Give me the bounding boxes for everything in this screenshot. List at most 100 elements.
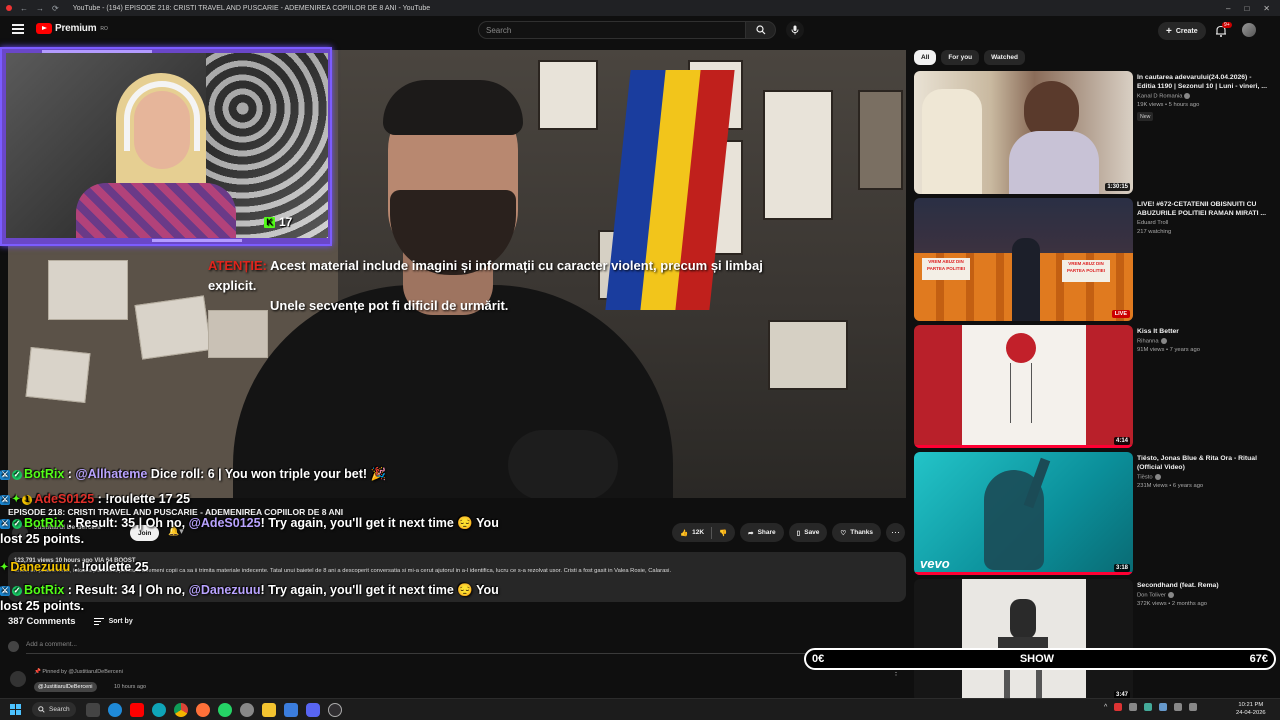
more-actions-icon[interactable]: ⋯ [886, 523, 906, 542]
rec-meta: 231M views • 6 years ago [1137, 483, 1204, 489]
recommendation-item[interactable]: 3:47 Secondhand (feat. Rema) Don Toliver… [914, 579, 1274, 703]
goal-label: SHOW [1019, 653, 1055, 665]
rec-meta: 217 watching [1137, 229, 1172, 235]
search-button[interactable] [746, 21, 776, 39]
edge-browser-icon[interactable] [108, 703, 122, 717]
rec-title[interactable]: Kiss It Better [1137, 327, 1269, 336]
save-button[interactable]: ▯ Save [788, 523, 828, 542]
windows-start-icon[interactable] [10, 704, 21, 715]
new-badge: New [1137, 112, 1154, 121]
task-view-icon[interactable] [86, 703, 100, 717]
minimize-icon[interactable]: – [1226, 4, 1230, 13]
obs-icon[interactable] [328, 703, 342, 717]
headphones-graphic [124, 81, 200, 151]
back-arrow-icon[interactable]: ← [20, 4, 28, 13]
chat-message: ⚔ ✓ BotRix : Result: 34 | Oh no, @Danezuuu… [0, 582, 505, 614]
live-badge: LIVE [1111, 310, 1130, 318]
photos-icon[interactable] [284, 703, 298, 717]
rec-title[interactable]: Secondhand (feat. Rema) [1137, 581, 1269, 590]
windows-taskbar: Search ^ 10:21 PM 24-04-2026 [0, 698, 1280, 720]
pinned-author[interactable]: @JustitiarulDeBerceni [34, 682, 97, 692]
rec-title[interactable]: Tiësto, Jonas Blue & Rita Ora - Ritual (… [1137, 454, 1269, 472]
taskbar-search[interactable]: Search [32, 702, 76, 717]
goal-target: 67€ [1249, 653, 1268, 665]
sort-by-button[interactable]: Sort by [93, 618, 133, 625]
discord-icon[interactable] [306, 703, 320, 717]
chat-text: !roulette 17 25 [105, 492, 191, 506]
forward-arrow-icon[interactable]: → [36, 4, 44, 13]
streamer-webcam: K 17 [0, 47, 332, 246]
chat-nick: BotRix [24, 583, 65, 597]
video-thumbnail[interactable]: 3:47 [914, 579, 1133, 702]
firefox-icon[interactable] [196, 703, 210, 717]
rec-channel[interactable]: Kanal D Romania [1137, 93, 1191, 100]
taskbar-clock[interactable]: 10:21 PM 24-04-2026 [1236, 701, 1266, 717]
pinned-label: 📌 Pinned by @JustitiarulDeBerceni [34, 669, 123, 675]
video-thumbnail[interactable]: 4:14 [914, 325, 1133, 448]
like-count[interactable]: 12K [692, 529, 704, 536]
recommendation-item[interactable]: 4:14 Kiss It Better Rihanna 91M views • … [914, 325, 1274, 449]
thanks-label: Thanks [850, 529, 874, 536]
chip-watched[interactable]: Watched [984, 50, 1026, 65]
chip-for-you[interactable]: For you [941, 50, 980, 65]
rec-channel[interactable]: Don Toliver [1137, 592, 1174, 599]
edge-icon[interactable] [152, 703, 166, 717]
thanks-button[interactable]: ♡ Thanks [832, 523, 882, 542]
system-tray: ^ [1104, 703, 1198, 711]
chrome-icon[interactable] [174, 703, 188, 717]
video-thumbnail[interactable]: vevo 3:18 [914, 452, 1133, 575]
video-thumbnail[interactable]: 1:30:15 [914, 71, 1133, 194]
like-icon[interactable]: 👍 [680, 529, 688, 537]
taskbar-apps [86, 703, 342, 717]
tray-app-icon[interactable] [1144, 703, 1153, 711]
recommendation-item[interactable]: 1:30:15 In cautarea adevarului(24.04.202… [914, 71, 1274, 195]
search-input[interactable]: Search [478, 21, 746, 39]
rec-channel[interactable]: Rihanna [1137, 338, 1167, 345]
content-warning: ATENȚIE: Acest material include imagini … [208, 256, 808, 316]
add-comment-input[interactable]: Add a comment... [26, 641, 77, 648]
share-button[interactable]: ➦ Share [740, 523, 784, 542]
dislike-icon[interactable]: 👎 [719, 529, 727, 537]
rec-channel[interactable]: Tiësto [1137, 474, 1161, 481]
tray-app-icon[interactable] [1114, 703, 1123, 711]
voice-search-button[interactable] [786, 21, 804, 39]
kick-logo-icon: K [264, 216, 275, 228]
taskbar-search-label: Search [49, 706, 70, 713]
recommendation-item[interactable]: vevo 3:18 Tiësto, Jonas Blue & Rita Ora … [914, 452, 1274, 576]
rec-title[interactable]: In cautarea adevarului(24.04.2026) - Edi… [1137, 73, 1269, 91]
tray-app-icon[interactable] [1159, 703, 1168, 711]
rec-channel[interactable]: Eduard Troll [1137, 220, 1168, 226]
volume-icon[interactable] [1189, 703, 1198, 711]
youtube-logo[interactable]: Premium RO [36, 23, 108, 34]
goal-current: 0€ [812, 653, 825, 665]
verified-badge-icon: ✓ [12, 585, 22, 596]
whatsapp-icon[interactable] [218, 703, 232, 717]
pinned-avatar[interactable] [10, 671, 26, 687]
rec-title[interactable]: LIVE! #672-CETATENII OBISNUITI CU ABUZUR… [1137, 200, 1269, 218]
reload-icon[interactable]: ⟳ [52, 4, 59, 13]
youtube-app-icon[interactable] [130, 703, 144, 717]
close-window-icon[interactable]: ✕ [1263, 4, 1270, 13]
viewer-count: 17 [279, 215, 293, 229]
chip-all[interactable]: All [914, 50, 937, 65]
menu-icon[interactable] [12, 24, 24, 34]
tray-chevron-icon[interactable]: ^ [1104, 704, 1107, 711]
chat-nick: Danezuuu [10, 560, 71, 574]
notifications-badge: 9+ [1222, 22, 1232, 28]
file-explorer-icon[interactable] [262, 703, 276, 717]
create-button[interactable]: + Create [1158, 22, 1206, 40]
clock-time: 10:21 PM [1238, 702, 1264, 708]
tab-title[interactable]: YouTube - (194) EPISODE 218: CRISTI TRAV… [73, 5, 430, 12]
tray-app-icon[interactable] [1129, 703, 1138, 711]
browser-titlebar: ← → ⟳ YouTube - (194) EPISODE 218: CRIST… [0, 0, 1280, 16]
chat-sep: : [64, 467, 76, 481]
recommendation-item[interactable]: VREM ABUZ DIN PARTEA POLITIEI VREM ABUZ … [914, 198, 1274, 322]
maximize-icon[interactable]: □ [1244, 4, 1249, 13]
duration-badge: 4:14 [1113, 437, 1130, 445]
sort-label: Sort by [108, 618, 133, 625]
settings-gear-icon[interactable] [240, 703, 254, 717]
account-avatar[interactable] [1242, 23, 1256, 37]
viewer-counter: K 17 [264, 215, 292, 229]
wifi-icon[interactable] [1174, 703, 1183, 711]
video-thumbnail[interactable]: VREM ABUZ DIN PARTEA POLITIEI VREM ABUZ … [914, 198, 1133, 321]
